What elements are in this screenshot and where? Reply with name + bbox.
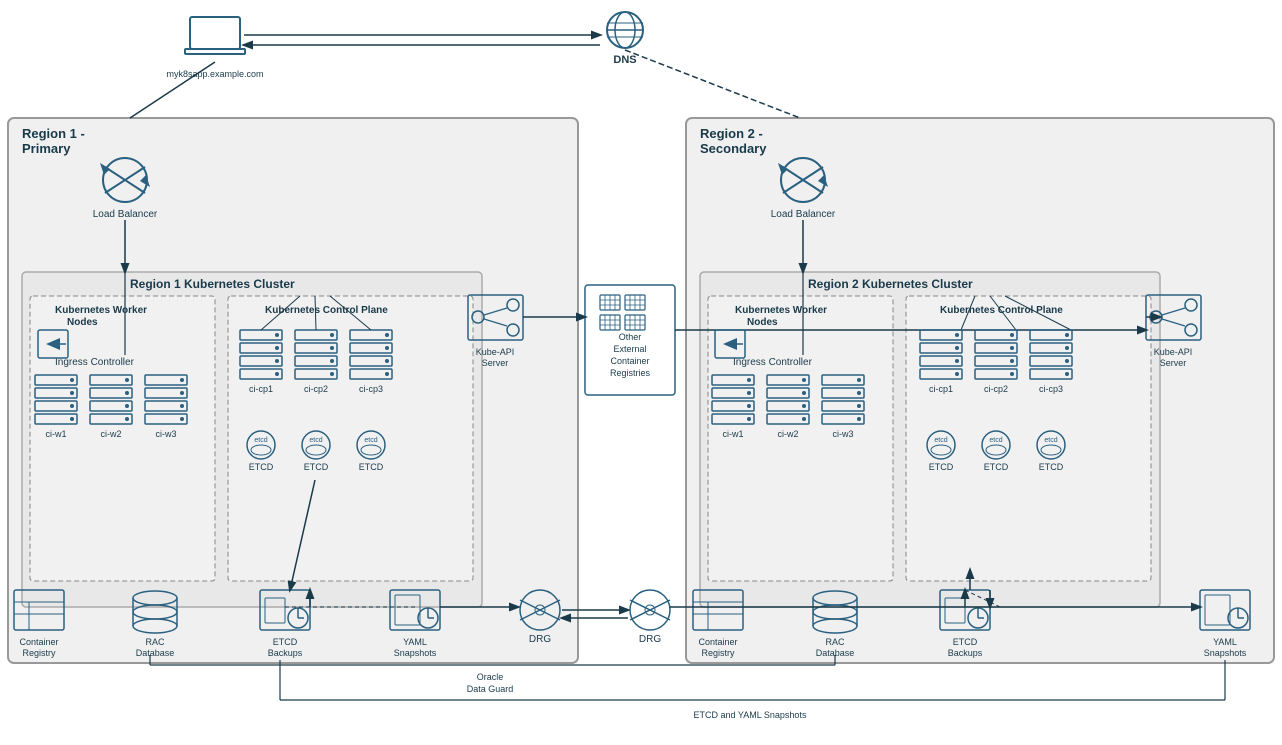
svg-text:Container: Container <box>698 637 737 647</box>
svg-text:ETCD: ETCD <box>1039 462 1064 472</box>
svg-text:Database: Database <box>136 648 175 658</box>
svg-text:Kubernetes Worker: Kubernetes Worker <box>735 305 827 316</box>
svg-text:DRG: DRG <box>639 634 661 645</box>
svg-text:etcd: etcd <box>989 437 1002 444</box>
svg-text:Kube-API: Kube-API <box>476 347 515 357</box>
svg-text:Registry: Registry <box>701 648 735 658</box>
diagram-svg: Region 1 - Primary Region 2 - Secondary … <box>0 0 1282 745</box>
svg-text:ETCD: ETCD <box>953 637 978 647</box>
svg-text:ci-w2: ci-w2 <box>777 429 798 439</box>
svg-text:Backups: Backups <box>268 648 303 658</box>
svg-text:Region 2 Kubernetes Cluster: Region 2 Kubernetes Cluster <box>808 277 973 291</box>
svg-text:Server: Server <box>1160 358 1187 368</box>
svg-text:etcd: etcd <box>254 437 267 444</box>
svg-text:ETCD and YAML Snapshots: ETCD and YAML Snapshots <box>694 710 807 720</box>
svg-text:ci-cp2: ci-cp2 <box>304 384 328 394</box>
svg-text:Other: Other <box>619 332 642 342</box>
svg-text:ETCD: ETCD <box>304 462 329 472</box>
svg-text:YAML: YAML <box>1213 637 1237 647</box>
svg-text:Kube-API: Kube-API <box>1154 347 1193 357</box>
svg-text:YAML: YAML <box>403 637 427 647</box>
svg-text:ci-w3: ci-w3 <box>832 429 853 439</box>
svg-text:RAC: RAC <box>145 637 165 647</box>
svg-text:ci-cp2: ci-cp2 <box>984 384 1008 394</box>
diagram: Region 1 - Primary Region 2 - Secondary … <box>0 0 1282 745</box>
svg-text:ci-cp3: ci-cp3 <box>1039 384 1063 394</box>
svg-text:External: External <box>613 344 646 354</box>
svg-text:ETCD: ETCD <box>249 462 274 472</box>
svg-text:Registry: Registry <box>22 648 56 658</box>
svg-text:Kubernetes Worker: Kubernetes Worker <box>55 305 147 316</box>
svg-text:etcd: etcd <box>309 437 322 444</box>
svg-text:Primary: Primary <box>22 141 71 156</box>
svg-text:Oracle: Oracle <box>477 672 504 682</box>
svg-text:Backups: Backups <box>948 648 983 658</box>
svg-text:Snapshots: Snapshots <box>1204 648 1247 658</box>
svg-text:ETCD: ETCD <box>929 462 954 472</box>
svg-text:Region 1 -: Region 1 - <box>22 126 85 141</box>
svg-text:ETCD: ETCD <box>273 637 298 647</box>
svg-text:Container: Container <box>19 637 58 647</box>
svg-text:Server: Server <box>482 358 509 368</box>
svg-text:etcd: etcd <box>934 437 947 444</box>
svg-text:Snapshots: Snapshots <box>394 648 437 658</box>
svg-text:etcd: etcd <box>364 437 377 444</box>
svg-text:ci-cp1: ci-cp1 <box>249 384 273 394</box>
svg-text:ETCD: ETCD <box>984 462 1009 472</box>
svg-text:Load Balancer: Load Balancer <box>771 209 836 220</box>
svg-text:myk8sapp.example.com: myk8sapp.example.com <box>166 69 263 79</box>
svg-text:RAC: RAC <box>825 637 845 647</box>
svg-text:Load Balancer: Load Balancer <box>93 209 158 220</box>
svg-text:Region 2 -: Region 2 - <box>700 126 763 141</box>
svg-text:ci-cp1: ci-cp1 <box>929 384 953 394</box>
svg-text:Secondary: Secondary <box>700 141 767 156</box>
svg-text:Nodes: Nodes <box>747 317 778 328</box>
svg-text:DRG: DRG <box>529 634 551 645</box>
svg-text:etcd: etcd <box>1044 437 1057 444</box>
svg-text:Container: Container <box>610 356 649 366</box>
svg-text:Registries: Registries <box>610 368 651 378</box>
svg-text:DNS: DNS <box>613 54 636 66</box>
svg-text:ci-w1: ci-w1 <box>45 429 66 439</box>
svg-text:ci-w1: ci-w1 <box>722 429 743 439</box>
svg-text:Ingress Controller: Ingress Controller <box>733 357 813 368</box>
svg-text:Region 1 Kubernetes Cluster: Region 1 Kubernetes Cluster <box>130 277 295 291</box>
svg-text:ci-w3: ci-w3 <box>155 429 176 439</box>
svg-text:Data Guard: Data Guard <box>467 684 514 694</box>
svg-text:ci-cp3: ci-cp3 <box>359 384 383 394</box>
svg-text:Nodes: Nodes <box>67 317 98 328</box>
svg-text:ETCD: ETCD <box>359 462 384 472</box>
svg-text:ci-w2: ci-w2 <box>100 429 121 439</box>
